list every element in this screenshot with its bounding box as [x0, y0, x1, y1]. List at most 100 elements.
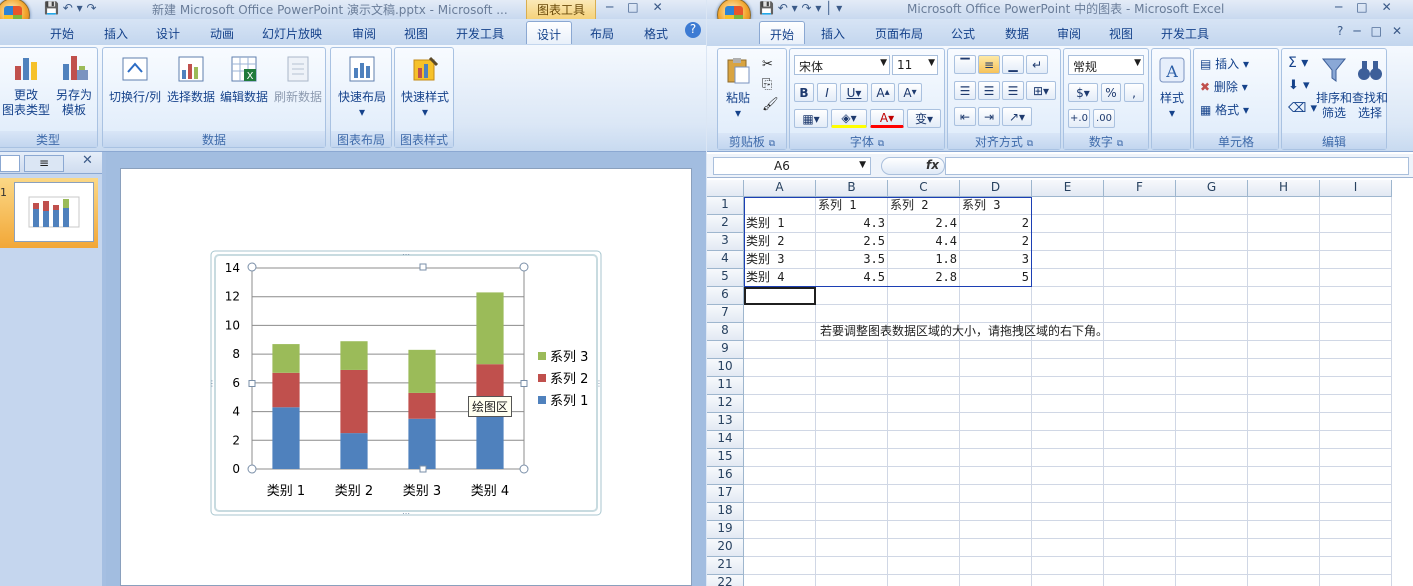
grid-cell[interactable] [816, 449, 888, 467]
grid-cell[interactable]: 4.5 [816, 269, 888, 287]
align-left-icon[interactable]: ☰ [954, 81, 976, 100]
grid-cell[interactable] [1104, 467, 1176, 485]
row-header[interactable]: 20 [707, 539, 744, 557]
grid-cell[interactable] [1248, 197, 1320, 215]
row-header[interactable]: 2 [707, 215, 744, 233]
grid-cell[interactable] [960, 395, 1032, 413]
grid-cell[interactable] [1248, 395, 1320, 413]
grid-cell[interactable]: 4.4 [888, 233, 960, 251]
grid-cell[interactable] [1320, 215, 1392, 233]
grid-cell[interactable] [888, 413, 960, 431]
grid-cell[interactable] [888, 287, 960, 305]
grid-cell[interactable] [816, 377, 888, 395]
save-as-template-button[interactable]: 另存为 模板 [51, 52, 97, 118]
grid-cell[interactable] [888, 431, 960, 449]
grid-cell[interactable] [744, 467, 816, 485]
grid-cell[interactable]: 5 [960, 269, 1032, 287]
tab-3[interactable]: 设计 [146, 21, 190, 44]
grid-cell[interactable] [1176, 575, 1248, 586]
excel-quick-access[interactable]: 💾 ↶ ▾ ↷ ▾ │ ▾ [759, 1, 842, 15]
grid-cell[interactable] [1320, 341, 1392, 359]
outline-tab-icon[interactable]: ≡ [24, 155, 64, 172]
bar-2-2[interactable] [340, 369, 368, 434]
bar-3-4[interactable] [476, 292, 504, 365]
help-icon[interactable]: ? [1337, 24, 1353, 38]
grid-cell[interactable] [888, 575, 960, 586]
grid-cell[interactable] [744, 575, 816, 586]
grid-cell[interactable] [1176, 251, 1248, 269]
grid-cell[interactable] [1320, 233, 1392, 251]
grid-cell[interactable] [1032, 359, 1104, 377]
grid-cell[interactable] [1032, 539, 1104, 557]
grid-cell[interactable]: 2.5 [816, 233, 888, 251]
grid-cell[interactable] [1320, 449, 1392, 467]
grid-cell[interactable] [1032, 233, 1104, 251]
grid-cell[interactable] [816, 359, 888, 377]
grid-cell[interactable] [888, 539, 960, 557]
grid-cell[interactable] [1104, 287, 1176, 305]
column-header[interactable]: B [816, 180, 888, 197]
delete-cells-button[interactable]: ✖ 删除 ▾ [1200, 78, 1248, 95]
tab-11[interactable]: 格式 [634, 21, 678, 44]
grid-cell[interactable] [1032, 485, 1104, 503]
slides-tab[interactable] [0, 155, 20, 172]
grid-cell[interactable] [960, 413, 1032, 431]
grid-cell[interactable] [1104, 215, 1176, 233]
tab-8[interactable]: 开发工具 [1151, 21, 1219, 44]
selection-handle[interactable] [519, 464, 529, 474]
grid-cell[interactable] [744, 539, 816, 557]
clear-icon[interactable]: ⌫ ▾ [1288, 101, 1317, 116]
grid-cell[interactable] [1176, 503, 1248, 521]
grid-cell[interactable] [960, 557, 1032, 575]
grid-cell[interactable] [1104, 521, 1176, 539]
chart-legend[interactable]: 系列 3 系列 2 系列 1 [538, 350, 588, 409]
grid-cell[interactable] [1248, 467, 1320, 485]
row-header[interactable]: 19 [707, 521, 744, 539]
grid-cell[interactable] [1320, 575, 1392, 586]
grid-cell[interactable] [816, 287, 888, 305]
grid-cell[interactable] [816, 395, 888, 413]
grid-cell[interactable] [1248, 269, 1320, 287]
row-header[interactable]: 6 [707, 287, 744, 305]
grid-cell[interactable] [1176, 341, 1248, 359]
grid-cell[interactable] [1176, 539, 1248, 557]
font-size-select[interactable]: 11 ▼ [892, 55, 938, 75]
row-header[interactable]: 18 [707, 503, 744, 521]
align-right-icon[interactable]: ☰ [1002, 81, 1024, 100]
tab-7[interactable]: 视图 [394, 21, 438, 44]
dialog-launcher-icon[interactable]: ⧉ [878, 139, 884, 149]
excel-window-controls[interactable]: ─□✕ [1335, 0, 1406, 14]
row-header[interactable]: 8 [707, 323, 744, 341]
selection-handle[interactable] [520, 380, 528, 387]
row-header[interactable]: 21 [707, 557, 744, 575]
tab-5[interactable]: 幻灯片放映 [252, 21, 332, 44]
autosum-icon[interactable]: Σ ▾ [1288, 55, 1308, 71]
bar-1-3[interactable] [408, 418, 436, 469]
grid-cell[interactable] [1104, 449, 1176, 467]
fill-icon[interactable]: ⬇ ▾ [1288, 78, 1310, 93]
grid-cell[interactable]: 类别 4 [744, 269, 816, 287]
grid-cell[interactable] [960, 503, 1032, 521]
grid-cell[interactable] [1032, 521, 1104, 539]
change-chart-type-button[interactable]: 更改 图表类型 [1, 52, 51, 118]
grid-cell[interactable] [1104, 557, 1176, 575]
currency-icon[interactable]: $▾ [1068, 83, 1098, 102]
grid-cell[interactable] [744, 197, 816, 215]
grow-font-icon[interactable]: A ▴ [871, 83, 895, 102]
ppt-quick-access[interactable]: 💾 ↶ ▾ ↷ [44, 1, 97, 15]
grid-cell[interactable] [1176, 233, 1248, 251]
grid-cell[interactable] [1320, 269, 1392, 287]
row-header[interactable]: 17 [707, 485, 744, 503]
insert-cells-button[interactable]: ▤ 插入 ▾ [1200, 55, 1249, 72]
bar-1-1[interactable] [272, 407, 300, 469]
tab-4[interactable]: 动画 [200, 21, 244, 44]
border-icon[interactable]: ▦▾ [794, 109, 828, 128]
column-header[interactable]: D [960, 180, 1032, 197]
grid-cell[interactable] [1176, 215, 1248, 233]
grid-cell[interactable] [1104, 377, 1176, 395]
grid-cell[interactable] [1320, 413, 1392, 431]
grid-cell[interactable] [1104, 197, 1176, 215]
font-name-select[interactable]: 宋体 ▼ [794, 55, 890, 75]
grid-cell[interactable] [1176, 269, 1248, 287]
tab-6[interactable]: 审阅 [1047, 21, 1091, 44]
